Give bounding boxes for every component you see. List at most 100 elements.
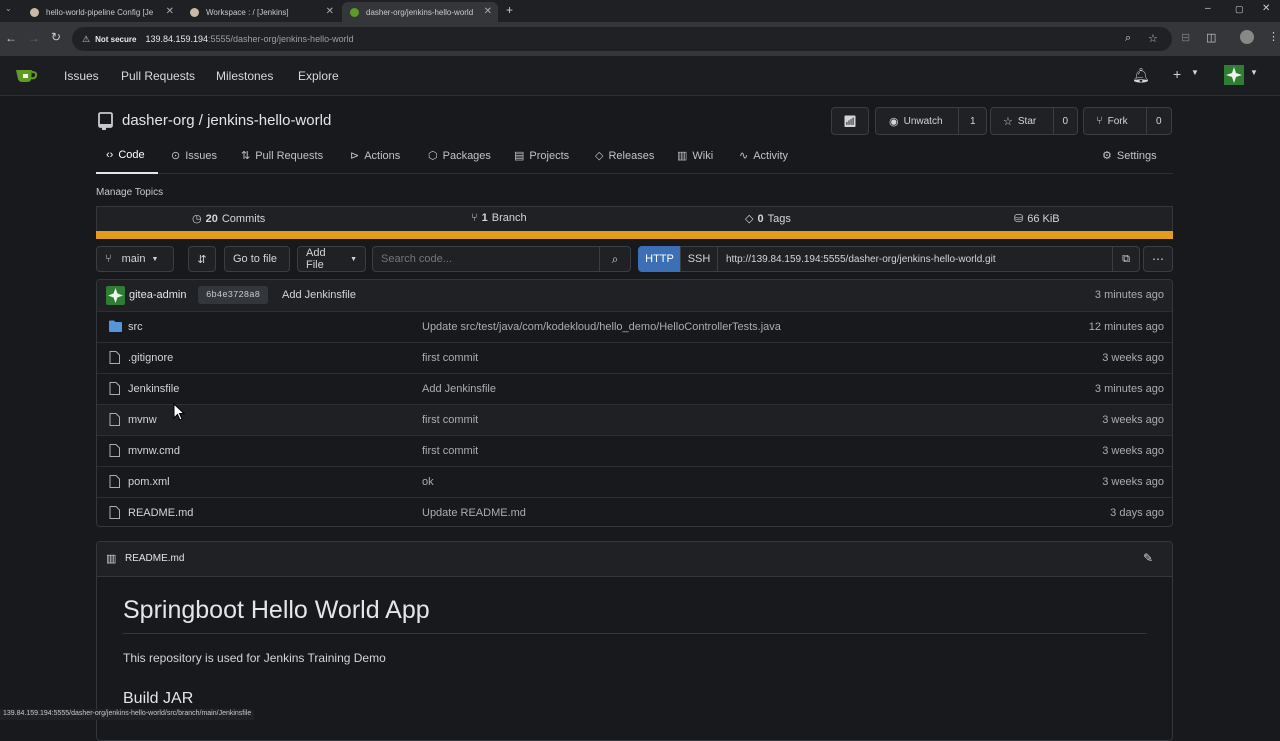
reload-icon[interactable]: ↻ (51, 30, 61, 44)
file-commit-message[interactable]: Add Jenkinsfile (422, 383, 496, 395)
file-commit-message[interactable]: first commit (422, 352, 478, 364)
profile-avatar[interactable] (1240, 30, 1254, 44)
ssh-clone-button[interactable]: SSH (680, 246, 718, 272)
search-code-input[interactable] (372, 246, 600, 272)
search-button[interactable]: ⌕ (599, 246, 631, 272)
tab-packages[interactable]: ⬡ Packages (428, 149, 491, 163)
table-row[interactable]: mvnw first commit 3 weeks ago (97, 404, 1172, 435)
file-commit-message[interactable]: Update README.md (422, 507, 526, 519)
tab-projects[interactable]: ▤ Projects (514, 149, 569, 163)
minimize-window-icon[interactable]: – (1205, 3, 1211, 14)
manage-topics-link[interactable]: Manage Topics (96, 187, 163, 198)
copy-url-button[interactable]: ⧉ (1112, 246, 1140, 272)
tab-issues[interactable]: ⊙ Issues (171, 149, 217, 163)
user-avatar[interactable] (1224, 65, 1244, 85)
commits-stat[interactable]: ◷ 20 Commits (192, 212, 265, 226)
new-tab-icon[interactable]: + (506, 3, 513, 17)
browser-tab-3[interactable]: dasher-org/jenkins-hello-world ✕ (342, 2, 498, 22)
browser-tab-2[interactable]: Workspace : / [Jenkins] ✕ (182, 2, 340, 22)
table-row[interactable]: src Update src/test/java/com/kodekloud/h… (97, 311, 1172, 342)
tab-actions[interactable]: ⊳ Actions (350, 149, 400, 163)
browser-menu-icon[interactable]: ⋮ (1268, 30, 1279, 43)
table-row[interactable]: .gitignore first commit 3 weeks ago (97, 342, 1172, 373)
browser-tab-1[interactable]: hello-world-pipeline Config [Je ✕ (22, 2, 180, 22)
file-name[interactable]: Jenkinsfile (128, 383, 179, 395)
chevron-down-icon[interactable]: ▼ (1191, 68, 1199, 77)
tab-search-chevron-icon[interactable]: ⌄ (5, 4, 12, 13)
edit-pencil-icon[interactable]: ✎ (1143, 551, 1153, 565)
nav-explore[interactable]: Explore (298, 69, 339, 83)
add-file-button[interactable]: Add File ▼ (297, 246, 366, 272)
tab-pull-requests[interactable]: ⇅ Pull Requests (241, 149, 323, 163)
file-name[interactable]: src (128, 321, 143, 333)
maximize-window-icon[interactable]: ▢ (1235, 4, 1244, 15)
notifications-bell-icon[interactable]: 🔔︎ (1132, 67, 1150, 84)
language-bar[interactable] (96, 231, 1173, 239)
file-name[interactable]: README.md (128, 507, 193, 519)
close-tab-icon[interactable]: ✕ (166, 6, 174, 17)
more-options-button[interactable]: ⋯ (1143, 246, 1173, 272)
tab-activity[interactable]: ∿ Activity (739, 149, 788, 163)
nav-milestones[interactable]: Milestones (216, 69, 273, 83)
tags-stat[interactable]: ◇ 0 Tags (745, 212, 791, 226)
close-window-icon[interactable]: ✕ (1262, 3, 1270, 14)
tab-releases[interactable]: ◇ Releases (595, 149, 654, 163)
clone-url-input[interactable]: http://139.84.159.194:5555/dasher-org/je… (717, 246, 1113, 272)
go-to-file-button[interactable]: Go to file (224, 246, 290, 272)
file-age: 3 weeks ago (1102, 476, 1164, 488)
readme-paragraph: This repository is used for Jenkins Trai… (123, 651, 386, 665)
table-row[interactable]: mvnw.cmd first commit 3 weeks ago (97, 435, 1172, 466)
file-name[interactable]: mvnw (128, 414, 157, 426)
file-name[interactable]: mvnw.cmd (128, 445, 180, 457)
file-commit-message[interactable]: Update src/test/java/com/kodekloud/hello… (422, 321, 781, 333)
table-row[interactable]: Jenkinsfile Add Jenkinsfile 3 minutes ag… (97, 373, 1172, 404)
create-plus-icon[interactable]: + (1173, 66, 1181, 82)
browser-toolbar: ← → ↻ ⚠ Not secure 139.84.159.194 :5555/… (0, 22, 1280, 56)
gear-icon: ⚙ (1102, 150, 1112, 162)
nav-pull-requests[interactable]: Pull Requests (121, 69, 195, 83)
repo-stats: ◷ 20 Commits ⑂ 1 Branch ◇ 0 Tags ⛁ 66 KiB (96, 206, 1173, 231)
forward-icon[interactable]: → (28, 31, 40, 45)
warning-icon: ⚠ (82, 33, 91, 44)
compare-button[interactable]: ⇵ (188, 246, 216, 272)
file-name[interactable]: pom.xml (128, 476, 170, 488)
close-tab-icon[interactable]: ✕ (326, 6, 334, 17)
repo-name-link[interactable]: jenkins-hello-world (207, 112, 331, 129)
commit-author[interactable]: gitea-admin (129, 289, 186, 301)
gitea-logo-icon[interactable] (14, 66, 38, 84)
star-count[interactable]: 0 (1052, 108, 1077, 134)
table-row[interactable]: pom.xml ok 3 weeks ago (97, 466, 1172, 497)
fork-count[interactable]: 0 (1145, 108, 1171, 134)
fork-button[interactable]: ⑂ Fork 0 (1083, 107, 1172, 135)
http-clone-button[interactable]: HTTP (638, 246, 681, 272)
unwatch-button[interactable]: ◉ Unwatch 1 (875, 107, 987, 135)
extensions-puzzle-icon[interactable]: ◫ (1206, 31, 1216, 44)
zoom-icon[interactable]: ⌕ (1125, 32, 1131, 45)
nav-issues[interactable]: Issues (64, 69, 99, 83)
rss-feed-button[interactable]: 📶︎ (831, 107, 869, 135)
commit-message[interactable]: Add Jenkinsfile (282, 289, 356, 301)
branches-stat[interactable]: ⑂ 1 Branch (471, 212, 527, 224)
file-name[interactable]: .gitignore (128, 352, 173, 364)
repo-owner-link[interactable]: dasher-org (122, 112, 195, 129)
tab-code[interactable]: ‹› Code (106, 149, 145, 161)
tab-wiki[interactable]: ▥ Wiki (677, 149, 713, 163)
file-commit-message[interactable]: ok (422, 476, 434, 488)
file-icon (109, 382, 121, 395)
file-commit-message[interactable]: first commit (422, 414, 478, 426)
close-tab-icon[interactable]: ✕ (484, 6, 492, 17)
author-avatar[interactable] (106, 286, 125, 305)
extension-icon[interactable]: ⊟ (1181, 31, 1190, 44)
chevron-down-icon[interactable]: ▼ (1250, 68, 1258, 77)
bookmark-star-icon[interactable]: ☆ (1148, 32, 1158, 45)
table-row[interactable]: README.md Update README.md 3 days ago (97, 497, 1172, 528)
watch-count[interactable]: 1 (958, 108, 986, 134)
file-commit-message[interactable]: first commit (422, 445, 478, 457)
readme-filename[interactable]: README.md (125, 553, 184, 564)
tab-settings[interactable]: ⚙ Settings (1102, 149, 1157, 163)
commit-sha-badge[interactable]: 6b4e3728a8 (198, 286, 269, 304)
back-icon[interactable]: ← (5, 31, 17, 45)
address-bar[interactable]: ⚠ Not secure 139.84.159.194 :5555/dasher… (72, 27, 1172, 51)
branch-selector[interactable]: ⑂ main ▼ (96, 246, 174, 272)
star-button[interactable]: ☆ Star 0 (990, 107, 1078, 135)
